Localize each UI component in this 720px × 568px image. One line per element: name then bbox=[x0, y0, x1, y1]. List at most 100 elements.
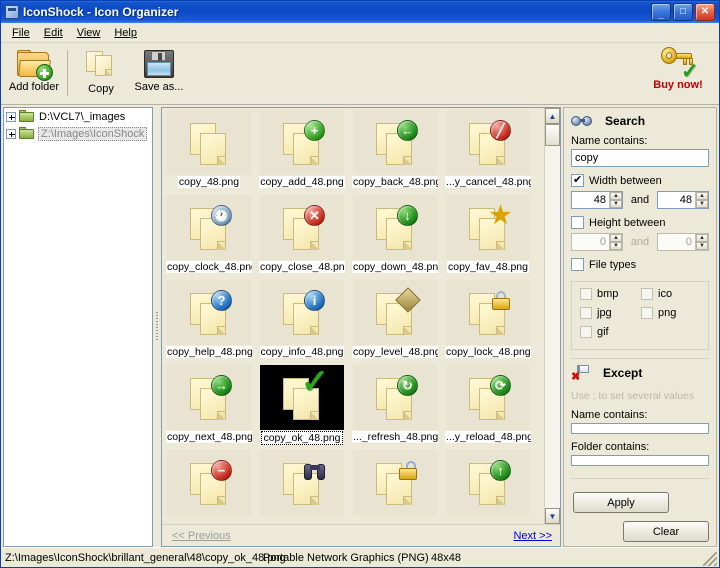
except-name-label: Name contains: bbox=[571, 408, 648, 421]
filetype-png-checkbox[interactable] bbox=[641, 307, 653, 319]
filetype-bmp-checkbox[interactable] bbox=[580, 288, 592, 300]
icon-thumbnail: ↻ bbox=[353, 365, 437, 430]
height-between-checkbox-row[interactable]: Height between bbox=[571, 216, 709, 229]
icon-cell[interactable]: ★ copy_fav_48.png bbox=[445, 195, 531, 280]
file-types-label: File types bbox=[589, 258, 637, 271]
filetype-ico-checkbox[interactable] bbox=[641, 288, 653, 300]
expand-icon[interactable] bbox=[6, 111, 16, 122]
height-max-arrows[interactable]: ▲ ▼ bbox=[694, 234, 708, 250]
icon-caption: copy_fav_48.png bbox=[447, 261, 529, 273]
spin-up-icon[interactable]: ▲ bbox=[610, 234, 622, 242]
icon-thumbnail bbox=[260, 450, 344, 515]
icon-cell[interactable]: ⟳ ...y_reload_48.png bbox=[445, 365, 531, 450]
scrollbar-track[interactable] bbox=[545, 146, 560, 508]
icon-cell[interactable]: 🕐 copy_clock_48.png bbox=[166, 195, 252, 280]
apply-button[interactable]: Apply bbox=[573, 492, 669, 513]
except-name-input[interactable] bbox=[571, 422, 709, 434]
icon-cell[interactable]: copy_48.png bbox=[166, 110, 252, 195]
grid-vertical-scrollbar[interactable]: ▲ ▼ bbox=[544, 108, 560, 524]
filetype-ico[interactable]: ico bbox=[641, 288, 702, 300]
icon-cell[interactable]: ✕ copy_close_48.png bbox=[259, 195, 345, 280]
pane-splitter[interactable] bbox=[153, 107, 161, 547]
filetype-png[interactable]: png bbox=[641, 307, 702, 319]
search-name-input[interactable]: copy bbox=[571, 149, 709, 167]
spin-up-icon[interactable]: ▲ bbox=[695, 234, 708, 242]
icon-cell[interactable]: + copy_add_48.png bbox=[259, 110, 345, 195]
expand-icon[interactable] bbox=[6, 128, 16, 139]
filetype-gif-checkbox[interactable] bbox=[580, 326, 592, 338]
icon-caption: ...y_cancel_48.png bbox=[445, 176, 531, 188]
icon-cell-selected[interactable]: ✓ copy_ok_48.png bbox=[259, 365, 345, 450]
copy-cancel-icon: ╱ bbox=[463, 119, 513, 167]
spin-up-icon[interactable]: ▲ bbox=[695, 192, 708, 200]
menu-view-label: View bbox=[76, 26, 101, 39]
width-min-stepper[interactable]: 48 ▲ ▼ bbox=[571, 191, 623, 209]
copy-button[interactable]: Copy bbox=[72, 46, 130, 101]
width-max-arrows[interactable]: ▲ ▼ bbox=[694, 192, 708, 208]
icon-cell[interactable]: ╱ ...y_cancel_48.png bbox=[445, 110, 531, 195]
icon-cell[interactable] bbox=[259, 450, 345, 524]
copy-lock-icon bbox=[463, 289, 513, 337]
maximize-button[interactable]: □ bbox=[673, 3, 693, 21]
add-folder-button[interactable]: Add folder bbox=[5, 46, 63, 101]
menu-edit[interactable]: Edit bbox=[37, 25, 70, 41]
filetype-gif[interactable]: gif bbox=[580, 326, 641, 338]
previous-page-link[interactable]: << Previous bbox=[172, 530, 231, 542]
icon-cell[interactable]: → copy_next_48.png bbox=[166, 365, 252, 450]
buy-now-button[interactable]: ✓ Buy now! bbox=[643, 47, 713, 91]
clear-button[interactable]: Clear bbox=[623, 521, 709, 542]
scroll-down-icon[interactable]: ▼ bbox=[545, 508, 560, 524]
folder-tree[interactable]: D:\VCL7\_images Z:\Images\IconShock bbox=[3, 107, 153, 547]
save-as-button[interactable]: Save as... bbox=[130, 46, 188, 101]
width-max-stepper[interactable]: 48 ▲ ▼ bbox=[656, 191, 709, 209]
menu-file[interactable]: File bbox=[5, 25, 37, 41]
height-max-stepper[interactable]: 0 ▲ ▼ bbox=[656, 233, 709, 251]
filetype-jpg-checkbox[interactable] bbox=[580, 307, 592, 319]
width-and-label: and bbox=[630, 194, 650, 206]
icon-cell[interactable]: copy_level_48.png bbox=[352, 280, 438, 365]
icon-cell[interactable]: ? copy_help_48.png bbox=[166, 280, 252, 365]
width-min-arrows[interactable]: ▲ ▼ bbox=[609, 192, 622, 208]
width-between-checkbox-row[interactable]: Width between bbox=[571, 173, 709, 187]
icon-thumbnail: ╱ bbox=[446, 110, 530, 175]
scroll-up-icon[interactable]: ▲ bbox=[545, 108, 560, 124]
app-icon bbox=[5, 5, 19, 19]
resize-grip-icon[interactable] bbox=[703, 552, 717, 566]
folder-icon bbox=[19, 127, 35, 140]
spin-down-icon[interactable]: ▼ bbox=[695, 242, 708, 250]
icon-cell[interactable]: i copy_info_48.png bbox=[259, 280, 345, 365]
icon-cell[interactable] bbox=[352, 450, 438, 524]
tree-item-z-images-iconshock[interactable]: Z:\Images\IconShock bbox=[4, 125, 152, 142]
except-folder-input[interactable] bbox=[571, 454, 709, 466]
height-between-checkbox[interactable] bbox=[571, 216, 584, 229]
filetype-jpg[interactable]: jpg bbox=[580, 307, 641, 319]
window-controls: _ □ ✕ bbox=[651, 3, 717, 21]
spin-down-icon[interactable]: ▼ bbox=[610, 200, 622, 208]
icon-cell[interactable]: ↑ bbox=[445, 450, 531, 524]
scrollbar-thumb[interactable] bbox=[545, 124, 560, 146]
icon-caption: ...y_reload_48.png bbox=[445, 431, 531, 443]
client-area: File Edit View Help Add folder Copy Save… bbox=[1, 23, 719, 567]
height-min-stepper[interactable]: 0 ▲ ▼ bbox=[571, 233, 623, 251]
menu-help[interactable]: Help bbox=[107, 25, 144, 41]
filetype-bmp[interactable]: bmp bbox=[580, 288, 641, 300]
height-min-arrows[interactable]: ▲ ▼ bbox=[609, 234, 622, 250]
menu-view[interactable]: View bbox=[70, 25, 108, 41]
menu-edit-label: Edit bbox=[43, 26, 63, 39]
close-button[interactable]: ✕ bbox=[695, 3, 715, 21]
icon-cell[interactable]: ← copy_back_48.png bbox=[352, 110, 438, 195]
copy-reload-icon: ⟳ bbox=[463, 374, 513, 422]
minimize-button[interactable]: _ bbox=[651, 3, 671, 21]
icon-cell[interactable]: ↓ copy_down_48.png bbox=[352, 195, 438, 280]
spin-down-icon[interactable]: ▼ bbox=[610, 242, 622, 250]
icon-cell[interactable]: copy_lock_48.png bbox=[445, 280, 531, 365]
file-types-checkbox[interactable] bbox=[571, 258, 584, 271]
width-between-checkbox[interactable] bbox=[571, 173, 584, 187]
spin-up-icon[interactable]: ▲ bbox=[610, 192, 622, 200]
file-types-checkbox-row[interactable]: File types bbox=[571, 258, 709, 271]
icon-cell[interactable]: ↻ ..._refresh_48.png bbox=[352, 365, 438, 450]
icon-cell[interactable]: − bbox=[166, 450, 252, 524]
next-page-link[interactable]: Next >> bbox=[513, 530, 552, 542]
spin-down-icon[interactable]: ▼ bbox=[695, 200, 708, 208]
tree-item-d-vcl7-images[interactable]: D:\VCL7\_images bbox=[4, 108, 152, 125]
